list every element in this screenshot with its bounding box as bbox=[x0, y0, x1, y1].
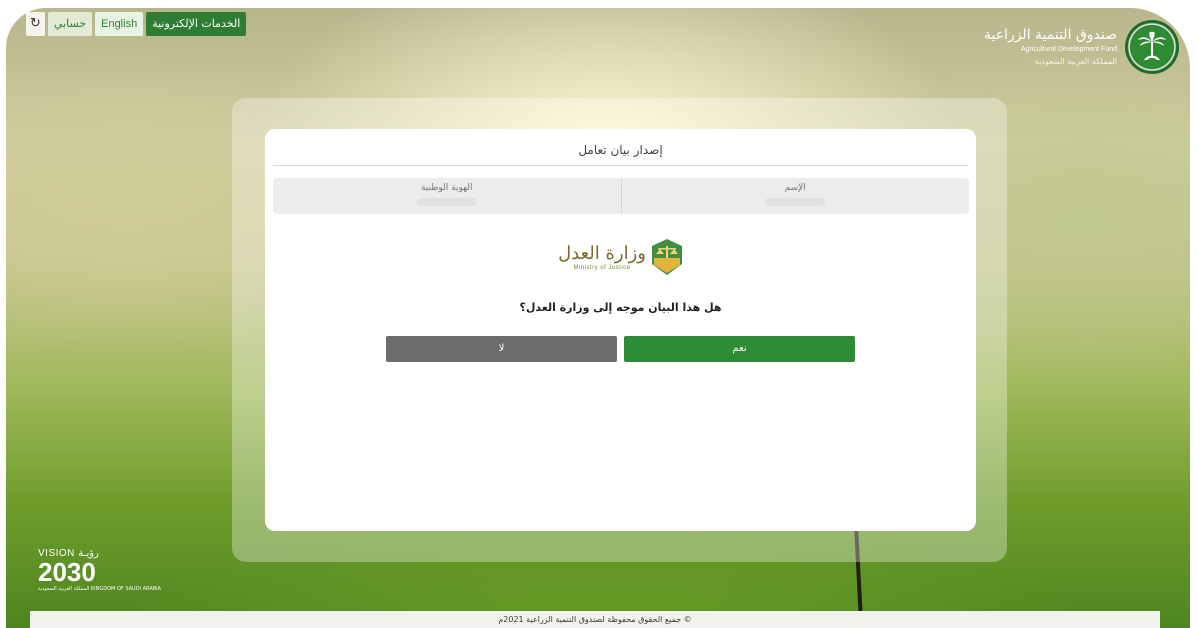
e-services-button[interactable]: الخدمات الإلكترونية bbox=[146, 12, 247, 36]
ministry-name-ar: وزارة العدل bbox=[558, 243, 646, 264]
english-language-button[interactable]: English bbox=[95, 12, 144, 36]
logo-kingdom: المملكة العربية السعودية bbox=[1034, 57, 1117, 66]
vision-year: 2030 bbox=[38, 557, 96, 587]
card-title: إصدار بيان تعامل bbox=[578, 143, 663, 157]
yes-button[interactable]: نعم bbox=[624, 336, 855, 362]
name-label: الإسم bbox=[784, 183, 806, 193]
vision-kingdom: المملكة العربية السعودية KINGDOM OF SAUD… bbox=[38, 586, 162, 592]
name-value-redacted bbox=[765, 198, 826, 206]
confirmation-question: هل هذا البيان موجه إلى وزارة العدل؟ bbox=[519, 301, 722, 314]
scales-emblem-icon bbox=[652, 239, 682, 275]
logo-text: صندوق التنمية الزراعية Agricultural Deve… bbox=[984, 26, 1117, 68]
ministry-name-en: Ministry of Justice bbox=[573, 265, 631, 271]
my-account-button[interactable]: حسابي bbox=[47, 12, 93, 36]
statement-card: إصدار بيان تعامل الإسم الهوية الوطنية وز… bbox=[265, 129, 976, 531]
national-id-value-redacted bbox=[416, 198, 477, 206]
footer-copyright: © جميع الحقوق محفوظة لصندوق التنمية الزر… bbox=[30, 611, 1160, 628]
national-id-field: الهوية الوطنية bbox=[273, 178, 622, 214]
info-row: الإسم الهوية الوطنية bbox=[273, 178, 969, 214]
ministry-text: وزارة العدل Ministry of Justice bbox=[558, 243, 646, 271]
palm-emblem-icon bbox=[1125, 20, 1179, 74]
adf-logo[interactable]: صندوق التنمية الزراعية Agricultural Deve… bbox=[984, 20, 1179, 74]
vision-2030-logo: VISION رؤيـة 2030 المملكة العربية السعود… bbox=[38, 548, 161, 593]
ministry-of-justice-logo: وزارة العدل Ministry of Justice bbox=[556, 233, 684, 281]
logo-name-ar: صندوق التنمية الزراعية bbox=[983, 27, 1117, 43]
name-field: الإسم bbox=[622, 178, 970, 214]
title-divider bbox=[273, 165, 968, 166]
no-button[interactable]: لا bbox=[386, 336, 617, 362]
logo-name-en: Agricultural Development Fund bbox=[1020, 46, 1117, 53]
refresh-icon[interactable]: ↻ bbox=[26, 12, 45, 36]
top-nav: الخدمات الإلكترونية English حسابي ↻ bbox=[26, 12, 247, 36]
national-id-label: الهوية الوطنية bbox=[420, 183, 473, 193]
